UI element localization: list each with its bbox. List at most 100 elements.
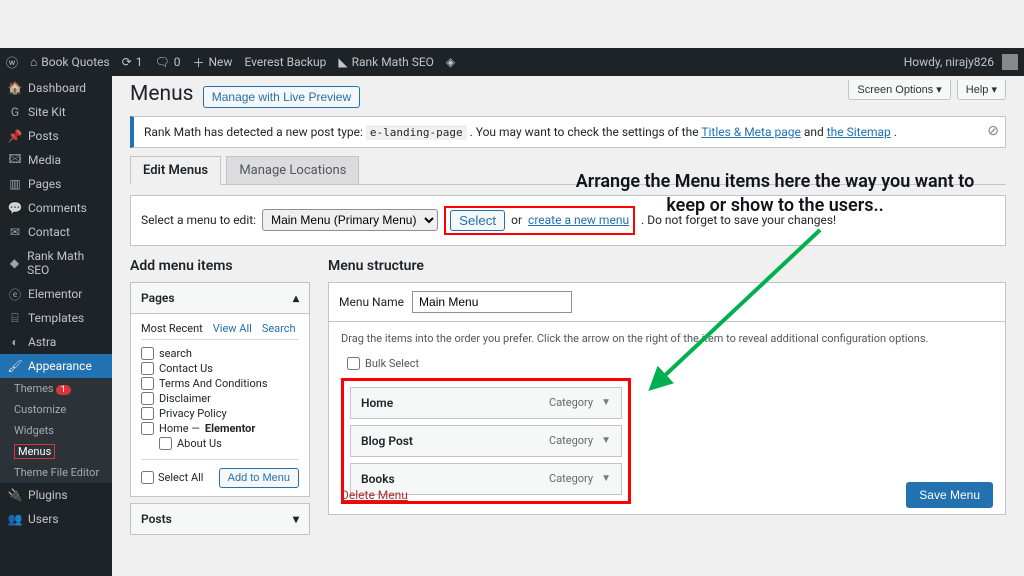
sidebar-item-comments[interactable]: 💬Comments bbox=[0, 196, 112, 220]
pages-accordion: Pages ▴ Most Recent View All Search sear… bbox=[130, 282, 310, 497]
pages-tab-recent[interactable]: Most Recent bbox=[141, 322, 203, 335]
page-checkbox[interactable]: Terms And Conditions bbox=[141, 376, 299, 391]
sidebar-item-label: Templates bbox=[28, 311, 84, 325]
page-title: Menus bbox=[130, 82, 193, 106]
sidebar-item-plugins[interactable]: 🔌Plugins bbox=[0, 483, 112, 507]
save-menu-button[interactable]: Save Menu bbox=[906, 482, 993, 508]
comments-link[interactable]: 🗨 0 bbox=[155, 55, 181, 69]
checkbox[interactable] bbox=[141, 362, 154, 375]
elementor-icon: ⓔ bbox=[8, 287, 22, 301]
sidebar-item-contact[interactable]: ✉ Contact bbox=[0, 220, 112, 244]
pages-accordion-toggle[interactable]: Pages ▴ bbox=[131, 283, 309, 314]
sidebar-item-media[interactable]: 🖾Media bbox=[0, 148, 112, 172]
menu-select-row: Select a menu to edit: Main Menu (Primar… bbox=[130, 195, 1006, 246]
page-checkbox[interactable]: Contact Us bbox=[141, 361, 299, 376]
sidebar-item-users[interactable]: 👥Users bbox=[0, 507, 112, 531]
submenu-theme-editor[interactable]: Theme File Editor bbox=[0, 462, 112, 483]
extra-icon[interactable]: ◈ bbox=[446, 55, 455, 69]
updates-link[interactable]: ⟳ 1 bbox=[122, 55, 143, 69]
bulk-select-checkbox[interactable]: Bulk Select bbox=[341, 353, 993, 374]
sidebar-item-dashboard[interactable]: 🏠Dashboard bbox=[0, 76, 112, 100]
help-button[interactable]: Help ▾ bbox=[957, 80, 1006, 100]
checkbox[interactable] bbox=[347, 357, 360, 370]
everest-backup-link[interactable]: Everest Backup bbox=[244, 55, 326, 69]
new-label: New bbox=[209, 55, 233, 69]
chevron-down-icon[interactable]: ▼ bbox=[601, 435, 611, 446]
sidebar-item-astra[interactable]: ◐Astra bbox=[0, 330, 112, 354]
checkbox[interactable] bbox=[141, 422, 154, 435]
checkbox[interactable] bbox=[141, 407, 154, 420]
posts-head-label: Posts bbox=[141, 512, 172, 526]
sidebar-item-appearance[interactable]: 🖌 Appearance bbox=[0, 354, 112, 378]
select-button[interactable]: Select bbox=[450, 210, 505, 231]
delete-menu-link[interactable]: Delete Menu bbox=[341, 488, 408, 502]
pages-icon: ▥ bbox=[8, 177, 22, 191]
appearance-submenu: Themes1 Customize Widgets Menus Theme Fi… bbox=[0, 378, 112, 483]
notice-text: Rank Math has detected a new post type: bbox=[144, 125, 366, 139]
screen-options-button[interactable]: Screen Options ▾ bbox=[848, 80, 950, 100]
menu-name-input[interactable] bbox=[412, 291, 572, 313]
howdy-text[interactable]: Howdy, nirajy826 bbox=[904, 55, 994, 69]
dismiss-notice-icon[interactable]: ⊘ bbox=[987, 123, 999, 139]
page-checkbox[interactable]: Disclaimer bbox=[141, 391, 299, 406]
sidebar-item-pages[interactable]: ▥ Pages bbox=[0, 172, 112, 196]
add-menu-items-heading: Add menu items bbox=[130, 258, 310, 274]
new-content-link[interactable]: ＋ New bbox=[192, 54, 232, 71]
wp-logo-icon[interactable]: ⓦ bbox=[6, 54, 18, 71]
avatar[interactable] bbox=[1002, 54, 1018, 70]
sidebar-item-label: Appearance bbox=[28, 359, 92, 373]
tab-manage-locations[interactable]: Manage Locations bbox=[226, 156, 359, 184]
checkbox[interactable] bbox=[141, 392, 154, 405]
rankmath-link[interactable]: ◣ Rank Math SEO bbox=[338, 55, 434, 69]
sidebar-item-label: Users bbox=[28, 512, 59, 526]
rankmath-icon: ◆ bbox=[8, 256, 21, 270]
submenu-customize[interactable]: Customize bbox=[0, 399, 112, 420]
titles-meta-link[interactable]: Titles & Meta page bbox=[701, 125, 801, 139]
tab-edit-menus[interactable]: Edit Menus bbox=[130, 156, 221, 185]
site-link[interactable]: ⌂ Book Quotes bbox=[30, 55, 110, 69]
pages-tab-viewall[interactable]: View All bbox=[213, 322, 252, 335]
mail-icon: ✉ bbox=[8, 225, 22, 239]
checkbox[interactable] bbox=[141, 471, 154, 484]
home-icon: ⌂ bbox=[30, 55, 37, 69]
page-checkbox[interactable]: About Us bbox=[141, 436, 299, 451]
submenu-widgets[interactable]: Widgets bbox=[0, 420, 112, 441]
checkbox[interactable] bbox=[141, 377, 154, 390]
astra-icon: ◐ bbox=[8, 335, 22, 349]
menu-structure-heading: Menu structure bbox=[328, 258, 1006, 274]
select-all-checkbox[interactable]: Select All bbox=[141, 471, 203, 484]
checkbox[interactable] bbox=[159, 437, 172, 450]
checkbox[interactable] bbox=[141, 347, 154, 360]
menu-select[interactable]: Main Menu (Primary Menu) bbox=[262, 209, 438, 231]
sidebar-item-label: Pages bbox=[28, 177, 61, 191]
menu-item-handle[interactable]: Home Category ▼ bbox=[350, 387, 622, 419]
page-checkbox[interactable]: Privacy Policy bbox=[141, 406, 299, 421]
notice-text: . bbox=[894, 125, 897, 139]
sidebar-item-posts[interactable]: 📌Posts bbox=[0, 124, 112, 148]
notice-text: . You may want to check the settings of … bbox=[470, 125, 702, 139]
page-checkbox[interactable]: Home — Elementor bbox=[141, 421, 299, 436]
submenu-menus[interactable]: Menus bbox=[0, 441, 112, 462]
page-checkbox[interactable]: search bbox=[141, 346, 299, 361]
admin-bar: ⓦ ⌂ Book Quotes ⟳ 1 🗨 0 ＋ New Everest Ba… bbox=[0, 48, 1024, 76]
posts-accordion-toggle[interactable]: Posts ▾ bbox=[131, 504, 309, 534]
sitekit-icon: G bbox=[8, 105, 22, 119]
sidebar-item-rankmath[interactable]: ◆Rank Math SEO bbox=[0, 244, 112, 282]
rankmath-label: Rank Math SEO bbox=[352, 55, 434, 69]
live-preview-button[interactable]: Manage with Live Preview bbox=[203, 86, 360, 108]
menu-item-type: Category bbox=[549, 434, 593, 447]
menu-item-handle[interactable]: Blog Post Category ▼ bbox=[350, 425, 622, 457]
sidebar-item-elementor[interactable]: ⓔElementor bbox=[0, 282, 112, 306]
create-new-menu-link[interactable]: create a new menu bbox=[528, 213, 629, 227]
brush-icon: 🖌 bbox=[8, 359, 22, 373]
submenu-themes[interactable]: Themes1 bbox=[0, 378, 112, 399]
add-to-menu-button[interactable]: Add to Menu bbox=[219, 468, 299, 488]
dashboard-icon: 🏠 bbox=[8, 81, 22, 95]
chevron-down-icon[interactable]: ▼ bbox=[601, 397, 611, 408]
pages-tab-search[interactable]: Search bbox=[262, 322, 296, 335]
sidebar-item-label: Media bbox=[28, 153, 61, 167]
sidebar-item-sitekit[interactable]: GSite Kit bbox=[0, 100, 112, 124]
sidebar-item-templates[interactable]: ⌸Templates bbox=[0, 306, 112, 330]
sitemap-link[interactable]: the Sitemap bbox=[827, 125, 891, 139]
sidebar-item-label: Contact bbox=[28, 225, 70, 239]
